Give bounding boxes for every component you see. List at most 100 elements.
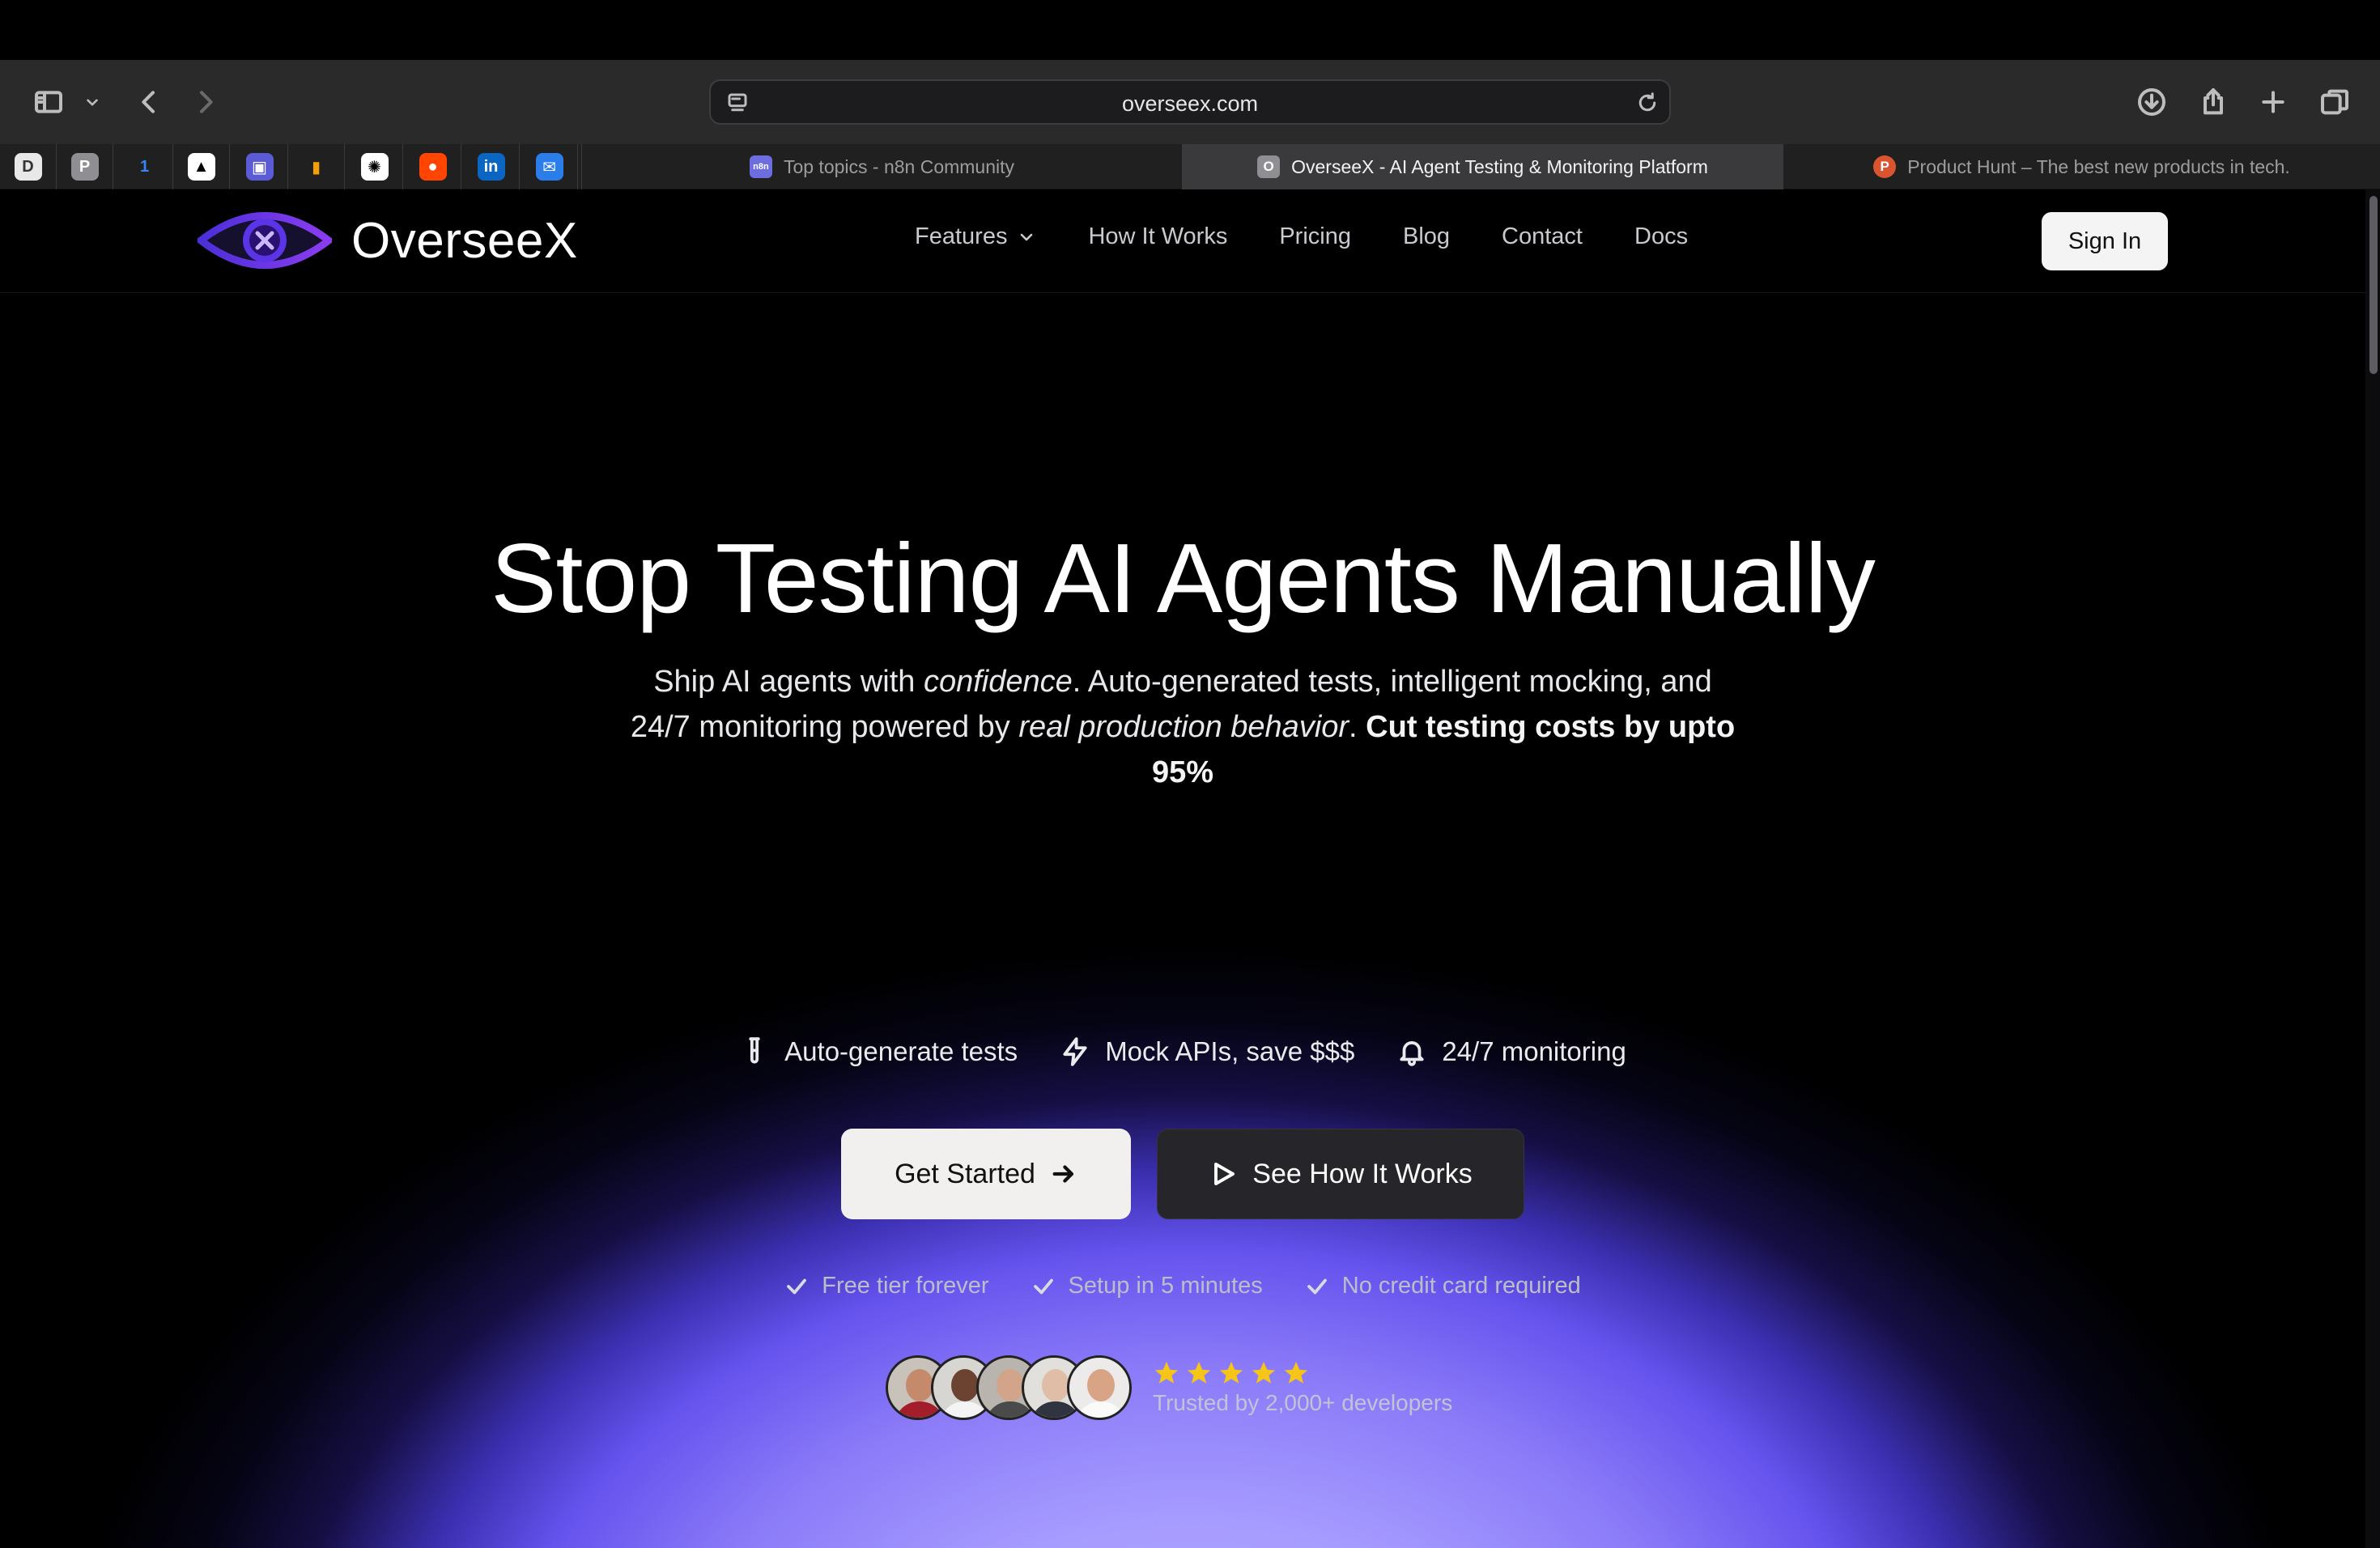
browser-toolbar: overseex.com	[0, 60, 2380, 144]
nav-pricing[interactable]: Pricing	[1279, 223, 1351, 250]
eye-logo-icon	[198, 212, 332, 269]
pinned-tab[interactable]: ▮	[288, 144, 345, 189]
tab-label: OverseeX - AI Agent Testing & Monitoring…	[1291, 155, 1708, 177]
analytics-icon: ▮	[311, 158, 321, 176]
d-app-icon: D	[14, 153, 42, 181]
feature-auto-tests: Auto-generate tests	[739, 1036, 1018, 1067]
nav-docs[interactable]: Docs	[1634, 223, 1688, 250]
feature-list: Auto-generate tests Mock APIs, save $$$ …	[0, 1036, 2365, 1067]
hero-subtitle: Ship AI agents with confidence. Auto-gen…	[623, 659, 1742, 795]
save-icon: ▣	[245, 153, 274, 181]
share-icon[interactable]	[2195, 84, 2231, 120]
star-icon	[1153, 1359, 1180, 1387]
play-icon	[1214, 1163, 1235, 1185]
benefit-checks: Free tier forever Setup in 5 minutes No …	[0, 1273, 2365, 1299]
cta-row: Get Started See How It Works	[0, 1129, 2365, 1219]
address-bar[interactable]: overseex.com	[709, 79, 1671, 125]
reload-icon[interactable]	[1635, 91, 1660, 115]
lightning-icon	[1063, 1037, 1087, 1066]
get-started-label: Get Started	[895, 1158, 1035, 1189]
nav-features[interactable]: Features	[915, 223, 1036, 250]
star-icon	[1185, 1359, 1213, 1387]
tab-overview-icon[interactable]	[2317, 84, 2352, 120]
feature-label: Mock APIs, save $$$	[1105, 1036, 1355, 1066]
pinned-tab[interactable]: ▣	[232, 144, 288, 189]
tab-overseex[interactable]: O OverseeX - AI Agent Testing & Monitori…	[1182, 144, 1783, 189]
nav-features-label: Features	[915, 223, 1008, 249]
openai-icon: ✺	[360, 153, 389, 181]
subtitle-emphasis: confidence	[923, 665, 1073, 699]
brand-name: OverseeX	[351, 212, 578, 269]
hero-title: Stop Testing AI Agents Manually	[491, 523, 1876, 633]
tab-n8n-community[interactable]: n8n Top topics - n8n Community	[581, 144, 1182, 189]
nav-contact[interactable]: Contact	[1502, 223, 1583, 250]
test-tube-icon	[749, 1037, 760, 1064]
pinned-tab[interactable]: ✺	[346, 144, 403, 189]
site-header: OverseeX Features How It Works Pricing B…	[0, 189, 2365, 293]
forward-icon[interactable]	[188, 84, 223, 120]
trust-label: Trusted by 2,000+ developers	[1153, 1390, 1453, 1415]
check-label: Setup in 5 minutes	[1068, 1273, 1263, 1299]
pinned-tab[interactable]: ▲	[173, 144, 230, 189]
pinned-tab[interactable]: in	[463, 144, 520, 189]
star-icon	[1218, 1359, 1245, 1387]
trust-text: Trusted by 2,000+ developers	[1153, 1359, 1452, 1416]
pinned-tab[interactable]: P	[57, 144, 113, 189]
menubar-area	[0, 0, 2380, 60]
star-rating	[1153, 1359, 1452, 1387]
pinned-tab[interactable]: 1	[117, 144, 173, 189]
feature-label: Auto-generate tests	[784, 1036, 1018, 1066]
back-icon[interactable]	[131, 84, 167, 120]
bell-icon	[1400, 1041, 1424, 1066]
outlook-icon: ✉	[535, 153, 563, 181]
reddit-icon: ●	[419, 153, 447, 181]
nav-how-it-works[interactable]: How It Works	[1088, 223, 1227, 250]
check-no-credit-card: No credit card required	[1305, 1273, 1581, 1299]
check-label: No credit card required	[1341, 1273, 1581, 1299]
feature-monitoring: 24/7 monitoring	[1396, 1036, 1626, 1067]
tab-label: Product Hunt – The best new products in …	[1907, 155, 2290, 177]
nav-blog[interactable]: Blog	[1403, 223, 1450, 250]
checkmark-icon	[787, 1278, 807, 1294]
see-how-it-works-label: See How It Works	[1252, 1158, 1473, 1189]
page-scrollbar[interactable]	[2365, 189, 2380, 1548]
product-hunt-favicon-icon: P	[1873, 155, 1897, 178]
web-page: OverseeX Features How It Works Pricing B…	[0, 189, 2380, 1548]
chevron-down-icon[interactable]	[78, 84, 107, 120]
linkedin-icon: in	[477, 153, 505, 181]
chevron-down-icon	[1021, 233, 1033, 240]
feature-label: 24/7 monitoring	[1442, 1036, 1626, 1066]
sidebar-toggle-icon[interactable]	[31, 84, 66, 120]
get-started-button[interactable]: Get Started	[841, 1129, 1131, 1219]
overseex-favicon-icon: O	[1257, 155, 1281, 178]
tab-product-hunt[interactable]: P Product Hunt – The best new products i…	[1783, 144, 2380, 189]
check-label: Free tier forever	[822, 1273, 989, 1299]
1password-icon: 1	[139, 157, 150, 176]
see-how-it-works-button[interactable]: See How It Works	[1157, 1129, 1524, 1219]
checkmark-icon	[1307, 1278, 1327, 1294]
star-icon	[1282, 1359, 1310, 1387]
subtitle-text: Ship AI agents with	[653, 665, 924, 699]
url-text[interactable]: overseex.com	[711, 91, 1669, 117]
checkmark-icon	[1033, 1278, 1053, 1294]
check-free-tier: Free tier forever	[784, 1273, 989, 1299]
arrow-right-icon	[1052, 1165, 1073, 1183]
sign-in-button[interactable]: Sign In	[2042, 212, 2168, 270]
scrollbar-thumb[interactable]	[2369, 196, 2378, 374]
subtitle-text: .	[1349, 710, 1366, 744]
avatar	[1067, 1355, 1132, 1420]
downloads-icon[interactable]	[2134, 84, 2170, 120]
pinned-tab[interactable]: ●	[405, 144, 461, 189]
p-app-icon: P	[70, 153, 99, 181]
new-tab-icon[interactable]	[2255, 84, 2291, 120]
pinned-tab[interactable]: ✉	[521, 144, 578, 189]
social-proof: Trusted by 2,000+ developers	[886, 1355, 1452, 1420]
brand-logo[interactable]: OverseeX	[198, 206, 578, 275]
pinned-tab[interactable]: D	[0, 144, 57, 189]
feature-mock-apis: Mock APIs, save $$$	[1060, 1036, 1354, 1067]
subtitle-emphasis: real production behavior	[1018, 710, 1349, 744]
check-setup-time: Setup in 5 minutes	[1031, 1273, 1263, 1299]
n8n-favicon-icon: n8n	[749, 155, 772, 178]
tab-bar: D P 1 ▲ ▣ ▮ ✺ ● in ✉ n8n Top topics - n8n Communi…	[0, 144, 2380, 189]
star-icon	[1250, 1359, 1277, 1387]
